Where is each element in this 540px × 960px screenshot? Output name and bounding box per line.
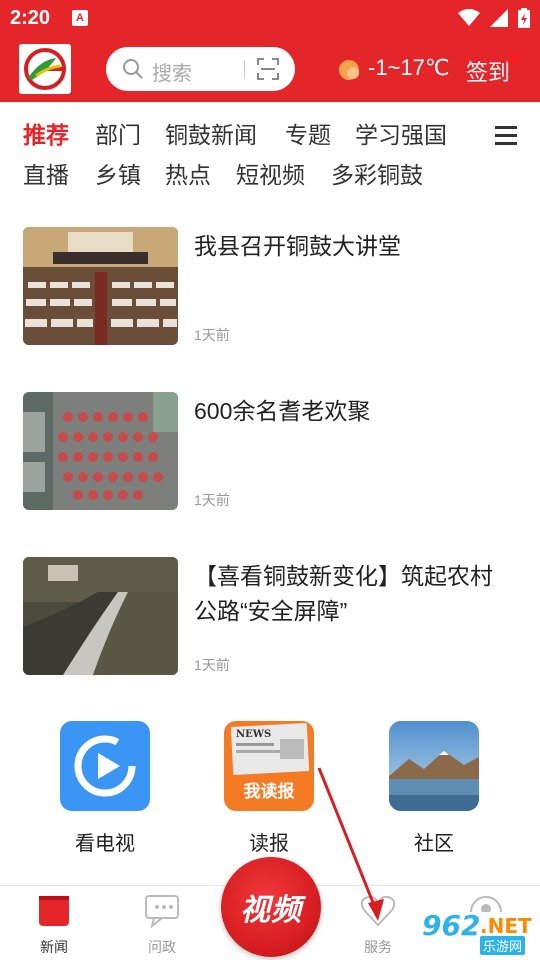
- annotation-arrow-icon: [317, 767, 384, 921]
- watermark-net: .NET: [480, 914, 532, 938]
- watermark: 962 .NET 乐游网: [402, 909, 536, 956]
- watermark-number: 962: [422, 909, 481, 942]
- watermark-sub: 乐游网: [480, 936, 526, 955]
